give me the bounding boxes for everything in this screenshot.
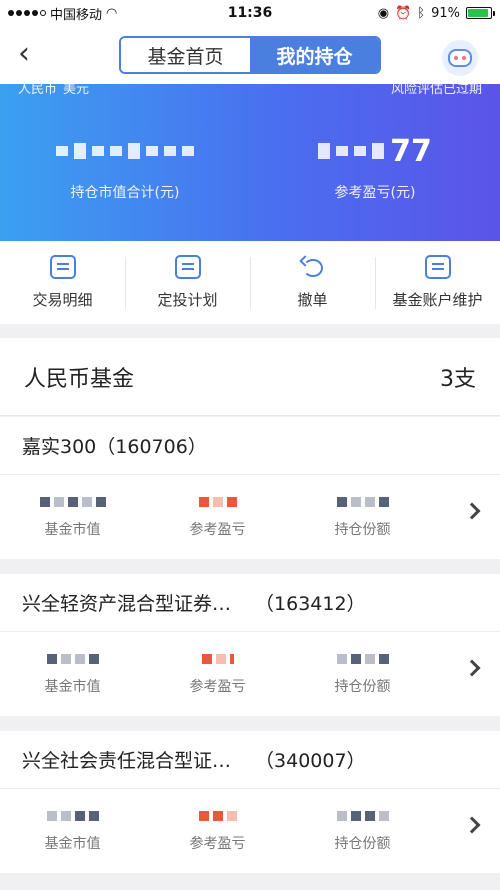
risk-assessment-notice[interactable]: 风险评估已过期 xyxy=(391,84,482,97)
rmb-fund-section-header: 人民币基金 3支 xyxy=(0,338,500,416)
lock-rotation-icon: ◉ xyxy=(377,5,390,21)
segmented-control: 基金首页 我的持仓 xyxy=(119,36,381,74)
battery-percent: 91% xyxy=(431,5,460,21)
masked-value xyxy=(201,652,234,666)
stat-label: 基金市值 xyxy=(44,522,101,538)
document-icon xyxy=(49,255,76,279)
masked-value xyxy=(46,652,99,666)
action-label: 定投计划 xyxy=(157,291,218,309)
action-label: 撤单 xyxy=(297,291,328,309)
signal-icon xyxy=(8,10,46,16)
stat-label: 参考盈亏 xyxy=(189,836,246,852)
banner-topline: 人民币 美元 风险评估已过期 xyxy=(18,84,482,98)
carrier-label: 中国移动 xyxy=(50,7,103,23)
status-bar: 中国移动 ◠ 11:36 ◉ ⏰ ᛒ 91% xyxy=(0,0,500,26)
bluetooth-icon: ᛒ xyxy=(417,5,426,21)
stat-market-value: 基金市值 xyxy=(0,495,145,539)
stat-label: 参考盈亏 xyxy=(189,679,246,695)
masked-value xyxy=(336,652,389,666)
tab-fund-home[interactable]: 基金首页 xyxy=(121,38,250,72)
battery-icon xyxy=(466,7,495,19)
fund-card[interactable]: 兴全社会责任混合型证… （340007） 基金市值 参考盈亏 持仓份额 xyxy=(0,731,500,873)
stat-label: 持仓份额 xyxy=(334,679,391,695)
action-account-maintenance[interactable]: 基金账户维护 xyxy=(375,241,500,324)
fund-stats: 基金市值 参考盈亏 持仓份额 xyxy=(0,789,500,873)
battery-fill xyxy=(468,9,489,17)
action-cancel-order[interactable]: 撤单 xyxy=(250,241,375,324)
stat-shares: 持仓份额 xyxy=(290,652,435,696)
market-value-label: 持仓市值合计(元) xyxy=(70,185,180,201)
fund-name: 嘉实300 xyxy=(22,436,97,458)
fund-name-row: 嘉实300 （160706） xyxy=(0,417,500,475)
stat-label: 持仓份额 xyxy=(334,836,391,852)
masked-value xyxy=(198,809,237,823)
chevron-right-icon[interactable] xyxy=(463,502,481,520)
stat-label: 基金市值 xyxy=(44,836,101,852)
action-label: 交易明细 xyxy=(32,291,93,309)
status-time: 11:36 xyxy=(227,5,273,21)
masked-value xyxy=(46,809,99,823)
stat-profit: 参考盈亏 xyxy=(145,495,290,539)
status-left: 中国移动 ◠ xyxy=(8,4,178,23)
nav-bar: ‹ 基金首页 我的持仓 xyxy=(0,26,500,84)
chevron-right-icon[interactable] xyxy=(463,659,481,677)
alarm-icon: ⏰ xyxy=(395,5,412,21)
masked-value xyxy=(336,495,389,509)
stat-label: 基金市值 xyxy=(44,679,101,695)
stat-label: 参考盈亏 xyxy=(189,522,246,538)
wifi-icon: ◠ xyxy=(106,5,118,21)
section-title: 人民币基金 xyxy=(24,366,135,392)
stat-profit: 参考盈亏 xyxy=(145,652,290,696)
tab-my-holdings[interactable]: 我的持仓 xyxy=(250,38,379,72)
fund-name: 兴全轻资产混合型证券… xyxy=(22,593,232,615)
profit-label: 参考盈亏(元) xyxy=(334,185,416,201)
holdings-summary-banner: 人民币 美元 风险评估已过期 持仓市值合计(元) 77 参考盈亏(元) xyxy=(0,84,500,241)
masked-value xyxy=(198,495,237,509)
fund-card[interactable]: 兴全轻资产混合型证券… （163412） 基金市值 参考盈亏 持仓份额 xyxy=(0,574,500,716)
stat-label: 持仓份额 xyxy=(334,522,391,538)
fund-stats: 基金市值 参考盈亏 持仓份额 xyxy=(0,632,500,716)
back-arrow-icon[interactable]: ‹ xyxy=(18,39,46,70)
fund-stats: 基金市值 参考盈亏 持仓份额 xyxy=(0,475,500,559)
fund-name: 兴全社会责任混合型证… xyxy=(22,750,232,772)
fund-card[interactable]: 嘉实300 （160706） 基金市值 参考盈亏 持仓份额 xyxy=(0,417,500,559)
masked-value xyxy=(39,495,106,509)
profit-masked: 77 xyxy=(250,133,500,169)
currency-rmb[interactable]: 人民币 xyxy=(18,84,57,97)
status-right: ◉ ⏰ ᛒ 91% xyxy=(322,5,495,21)
currency-usd[interactable]: 美元 xyxy=(63,84,89,97)
document-icon xyxy=(424,255,451,279)
action-transaction-details[interactable]: 交易明细 xyxy=(0,241,125,324)
fund-code: （340007） xyxy=(255,750,366,772)
market-value-masked xyxy=(0,134,250,168)
profit-summary: 77 参考盈亏(元) xyxy=(250,134,500,202)
action-label: 基金账户维护 xyxy=(392,291,483,309)
stat-market-value: 基金市值 xyxy=(0,809,145,853)
stat-market-value: 基金市值 xyxy=(0,652,145,696)
action-sip-plan[interactable]: 定投计划 xyxy=(125,241,250,324)
action-row: 交易明细 定投计划 撤单 基金账户维护 xyxy=(0,241,500,324)
stat-shares: 持仓份额 xyxy=(290,495,435,539)
fund-count: 3支 xyxy=(440,366,476,392)
fund-code: （160706） xyxy=(96,436,207,458)
document-icon xyxy=(174,255,201,279)
stat-profit: 参考盈亏 xyxy=(145,809,290,853)
masked-value xyxy=(336,809,389,823)
undo-icon xyxy=(300,255,326,279)
assistant-robot-icon[interactable] xyxy=(442,40,478,76)
fund-name-row: 兴全社会责任混合型证… （340007） xyxy=(0,731,500,789)
currency-switch[interactable]: 人民币 美元 xyxy=(18,84,89,97)
chevron-right-icon[interactable] xyxy=(463,816,481,834)
profit-visible-digits: 77 xyxy=(390,133,432,169)
fund-code: （163412） xyxy=(255,593,366,615)
fund-name-row: 兴全轻资产混合型证券… （163412） xyxy=(0,574,500,632)
stat-shares: 持仓份额 xyxy=(290,809,435,853)
market-value-summary: 持仓市值合计(元) xyxy=(0,134,250,202)
